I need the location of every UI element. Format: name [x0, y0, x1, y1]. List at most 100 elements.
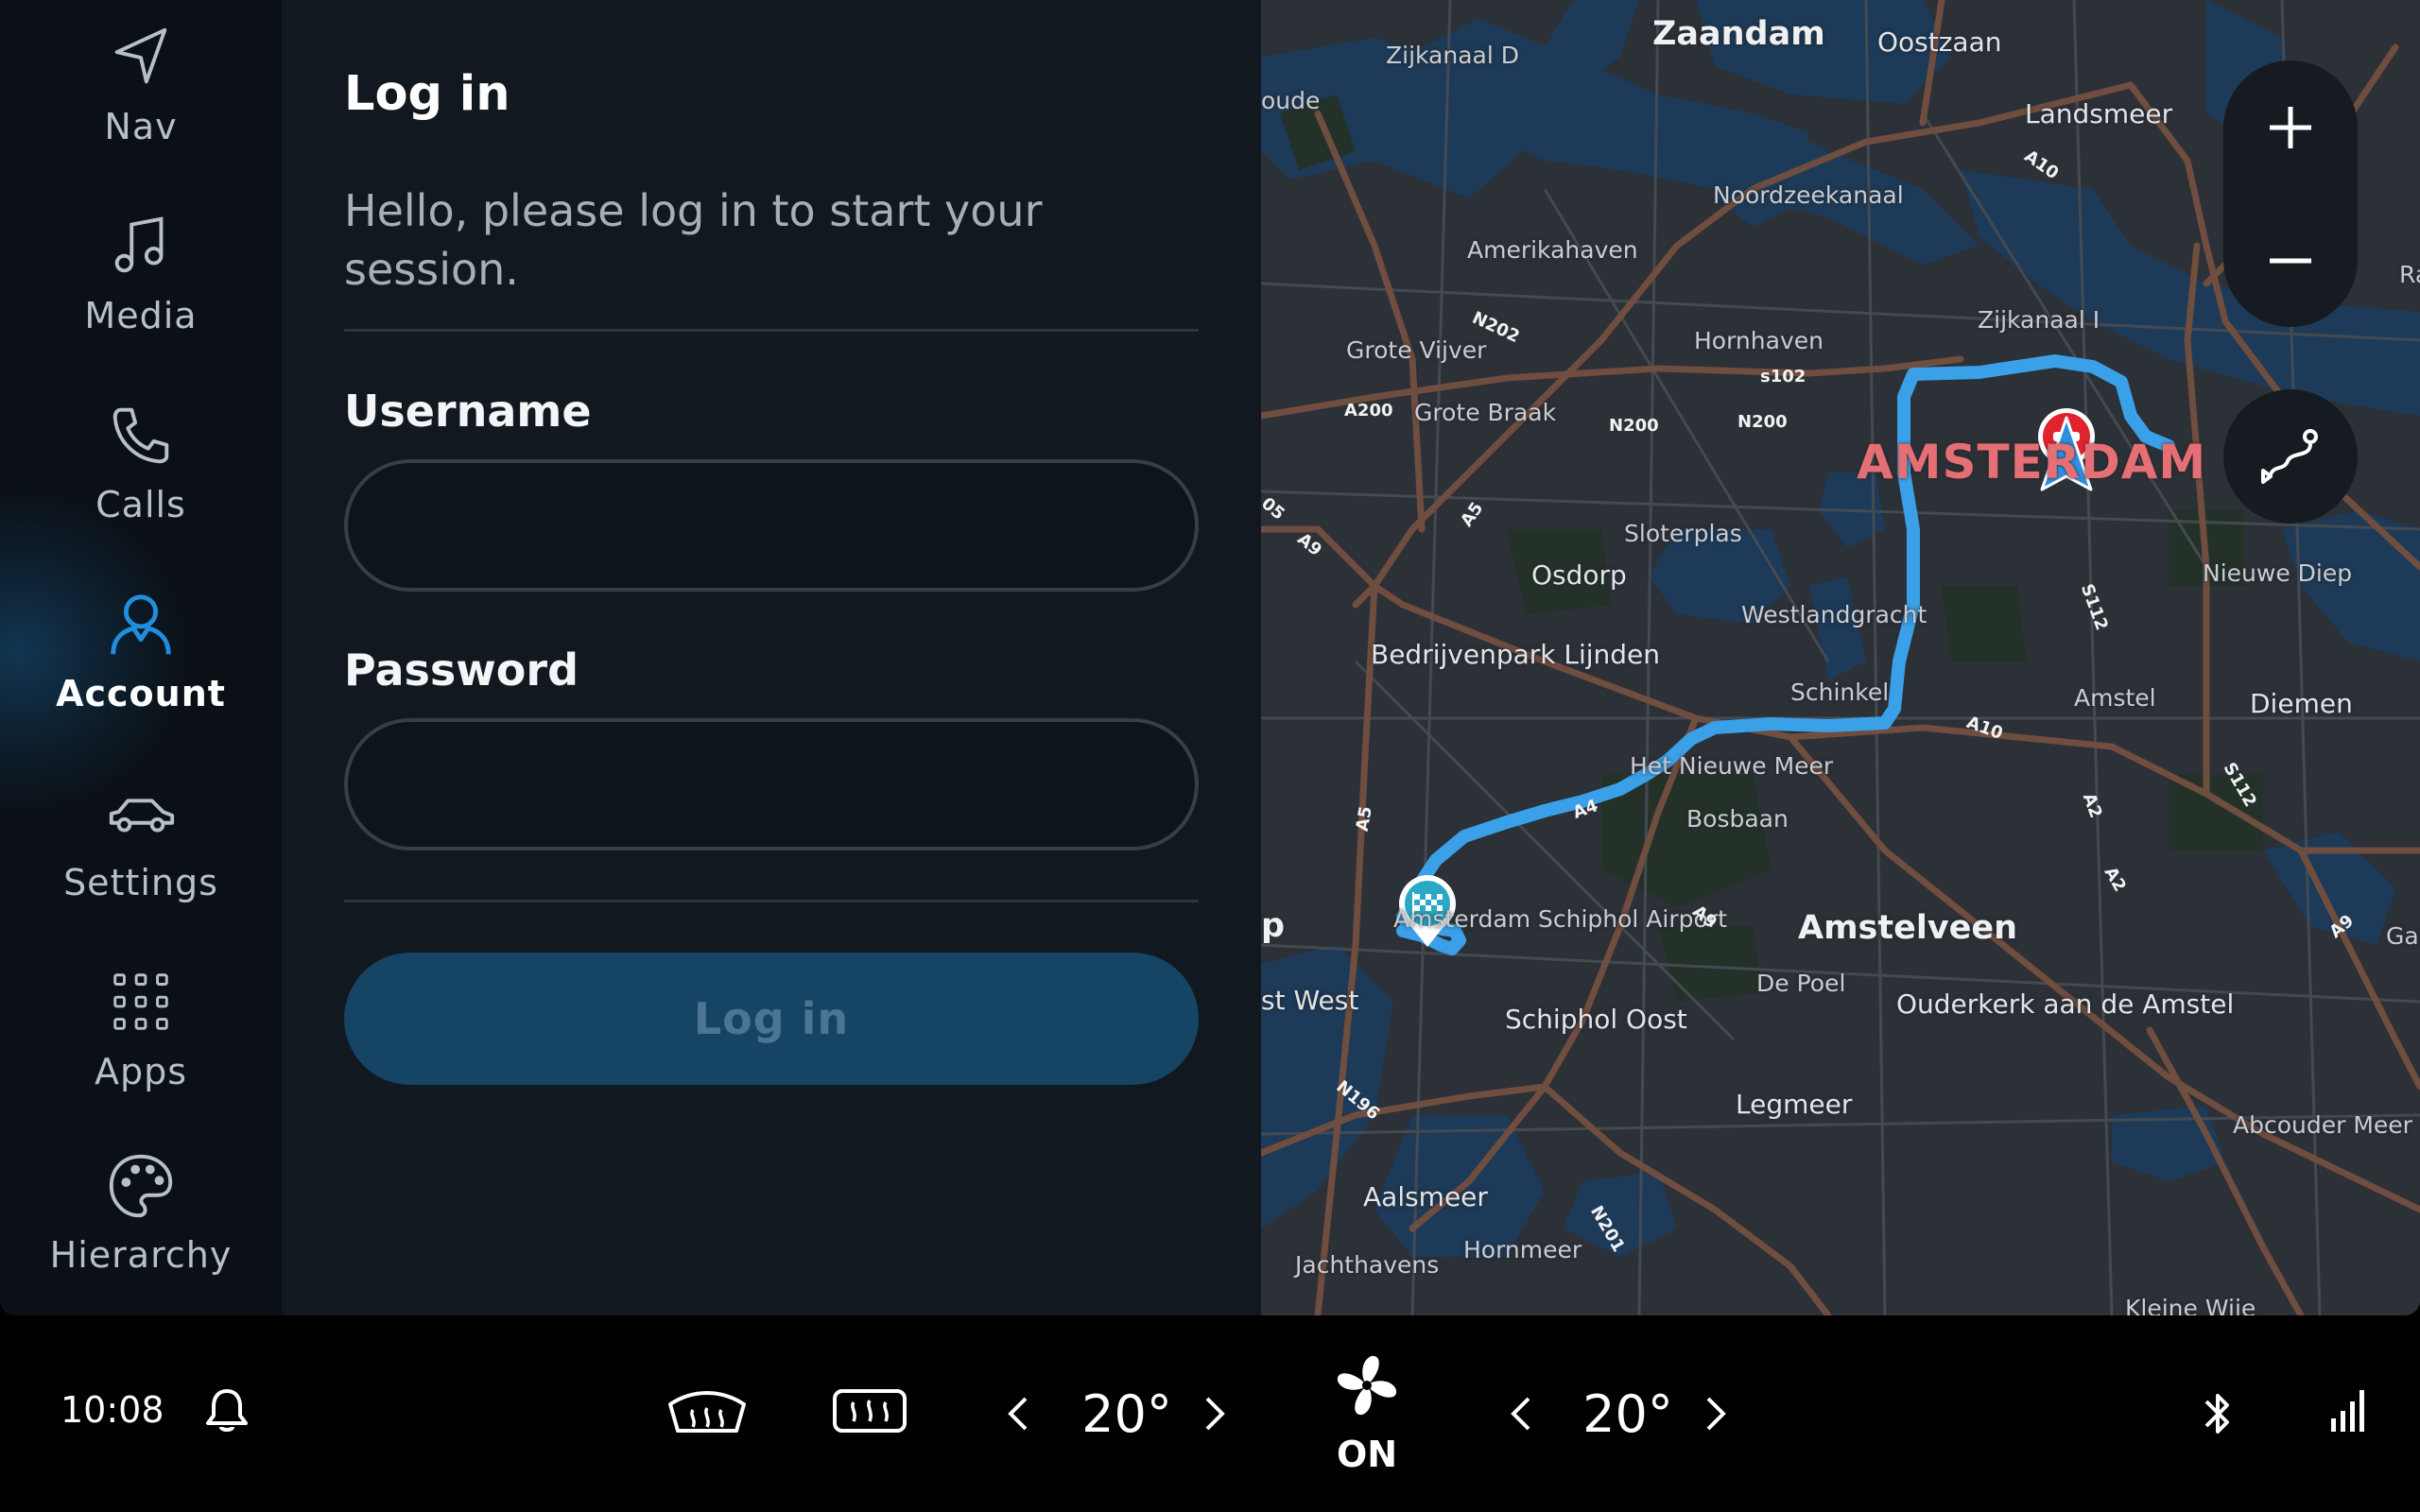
palette-icon: [109, 1154, 173, 1218]
notifications-button[interactable]: [200, 1383, 253, 1436]
map-label: p: [1261, 907, 1286, 945]
left-temperature: 20°: [1081, 1383, 1172, 1444]
main-screen: Nav Media Calls Account Settings Apps Hi…: [0, 0, 2420, 1315]
map-label: oude: [1261, 87, 1321, 114]
map-label: Noordzeekanaal: [1713, 181, 1904, 209]
chevron-left-icon: [1511, 1397, 1530, 1431]
music-note-icon: [114, 216, 164, 273]
password-field[interactable]: [344, 718, 1199, 850]
login-subtitle: Hello, please log in to start your sessi…: [344, 185, 1043, 295]
map-label: Zaandam: [1652, 15, 1825, 53]
map-label: Schinkel: [1790, 679, 1890, 706]
map-label: Zijkanaal D: [1386, 42, 1520, 69]
nav-rail: Nav Media Calls Account Settings Apps Hi…: [0, 0, 282, 1315]
zoom-controls: [2223, 60, 2358, 327]
person-icon: [111, 594, 171, 655]
map-label: Oostzaan: [1877, 26, 2002, 58]
map-label: Sloterplas: [1624, 520, 1742, 547]
right-temperature: 20°: [1582, 1383, 1673, 1444]
password-input[interactable]: [348, 722, 1195, 847]
signal-indicator: [2327, 1382, 2373, 1438]
bluetooth-icon: [2204, 1394, 2229, 1434]
divider: [344, 900, 1199, 902]
bluetooth-indicator: [2195, 1385, 2240, 1442]
fan-button[interactable]: [1327, 1346, 1407, 1425]
rear-defrost-icon: [833, 1389, 907, 1433]
fan-icon: [1337, 1355, 1397, 1416]
chevron-right-icon: [1205, 1397, 1225, 1431]
map-label: Amsterdam Schiphol Airport: [1393, 905, 1727, 933]
route-options-button[interactable]: [2223, 389, 2358, 524]
minus-icon: [2270, 258, 2311, 263]
password-label: Password: [344, 644, 579, 696]
rail-label-calls: Calls: [95, 484, 186, 525]
phone-icon: [112, 407, 169, 464]
rail-label-account: Account: [56, 673, 226, 714]
map-label: Abcouder Meer: [2233, 1111, 2412, 1139]
plus-icon: [2270, 106, 2311, 148]
login-button-label: Log in: [693, 993, 850, 1044]
left-temp-down-button[interactable]: [998, 1387, 1036, 1440]
fan-state: ON: [1336, 1434, 1398, 1475]
zoom-out-button[interactable]: [2223, 194, 2358, 327]
rail-label-nav: Nav: [104, 106, 178, 147]
map-label: Hornhaven: [1694, 327, 1824, 354]
map-label: Amstelveen: [1798, 909, 2018, 947]
zoom-in-button[interactable]: [2223, 60, 2358, 194]
page-title: Log in: [344, 66, 510, 122]
front-defrost-button[interactable]: [662, 1378, 752, 1446]
map-label: Bedrijvenpark Lijnden: [1371, 639, 1661, 670]
map-label: Diemen: [2250, 688, 2353, 719]
road-tag: N200: [1737, 412, 1788, 432]
route-icon: [2261, 429, 2318, 484]
map-label: Ra: [2399, 261, 2420, 288]
rail-item-apps[interactable]: Apps: [0, 966, 282, 1136]
map-label: Kleine Wije: [2125, 1295, 2256, 1315]
map-label: Het Nieuwe Meer: [1630, 752, 1834, 780]
map-label: Amerikahaven: [1467, 236, 1638, 264]
rail-label-hierarchy: Hierarchy: [49, 1234, 233, 1276]
rail-item-settings[interactable]: Settings: [0, 777, 282, 947]
right-temp-up-button[interactable]: [1698, 1387, 1736, 1440]
map-label: Westlandgracht: [1741, 601, 1927, 628]
map-label: Ouderkerk aan de Amstel: [1896, 988, 2235, 1020]
rail-item-nav[interactable]: Nav: [0, 21, 282, 191]
chevron-left-icon: [1008, 1397, 1028, 1431]
road-tag: s102: [1760, 367, 1806, 387]
map-label: Osdorp: [1531, 559, 1627, 591]
front-defrost-icon: [668, 1391, 746, 1433]
chevron-right-icon: [1706, 1397, 1726, 1431]
car-icon: [109, 799, 175, 833]
divider: [344, 329, 1199, 332]
username-field[interactable]: [344, 459, 1199, 592]
map-label: AMSTERDAM: [1857, 435, 2207, 490]
map-label: Schiphol Oost: [1505, 1004, 1687, 1035]
road-tag: N200: [1609, 416, 1659, 436]
rail-item-calls[interactable]: Calls: [0, 399, 282, 569]
map-label: Amstel: [2074, 684, 2156, 712]
map-label: Zijkanaal I: [1978, 306, 2100, 334]
left-temp-up-button[interactable]: [1197, 1387, 1235, 1440]
map-label: Bosbaan: [1686, 805, 1789, 833]
rail-item-hierarchy[interactable]: Hierarchy: [0, 1149, 282, 1315]
status-bar: 10:08 20° ON 20°: [0, 1315, 2420, 1512]
username-label: Username: [344, 386, 592, 437]
clock: 10:08: [60, 1389, 164, 1431]
username-input[interactable]: [348, 463, 1195, 588]
rear-defrost-button[interactable]: [824, 1378, 915, 1446]
map-label: Grote Braak: [1414, 399, 1557, 426]
rail-item-account[interactable]: Account: [0, 588, 282, 758]
map-label: Landsmeer: [2025, 98, 2173, 129]
login-panel: Log in Hello, please log in to start you…: [282, 0, 1261, 1315]
signal-icon: [2331, 1390, 2364, 1432]
rail-label-media: Media: [84, 295, 198, 336]
right-temp-down-button[interactable]: [1501, 1387, 1539, 1440]
rail-item-media[interactable]: Media: [0, 210, 282, 380]
navigation-arrow-icon: [114, 27, 167, 84]
map-label: Aalsmeer: [1363, 1181, 1488, 1212]
rail-label-apps: Apps: [94, 1051, 188, 1092]
map-label: st West: [1261, 985, 1359, 1016]
login-button[interactable]: Log in: [344, 953, 1199, 1085]
map-label: Legmeer: [1736, 1089, 1853, 1120]
road-tag: A200: [1344, 401, 1393, 421]
